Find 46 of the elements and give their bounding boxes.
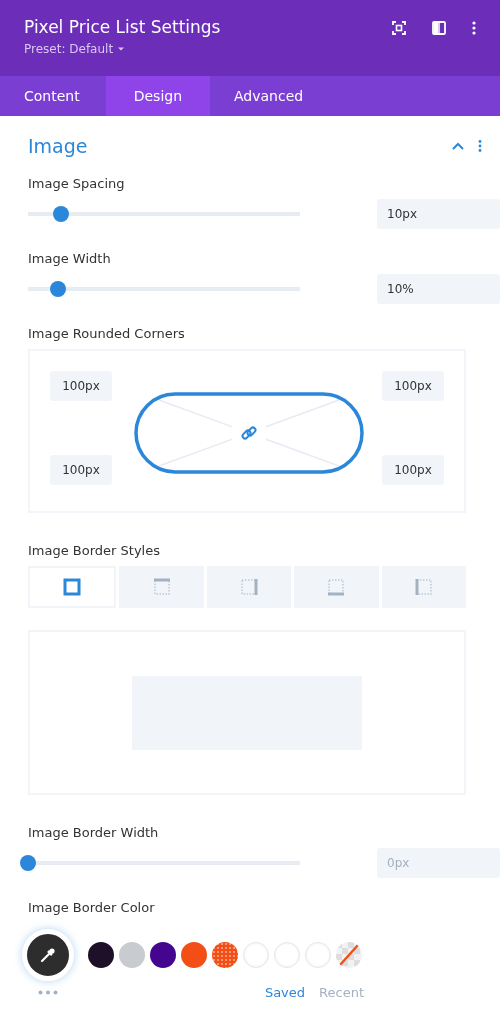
collapse-icon[interactable]: [452, 142, 464, 150]
preset-dropdown[interactable]: Preset: Default: [24, 42, 126, 56]
link-icon[interactable]: [239, 423, 259, 443]
color-swatch[interactable]: [119, 942, 145, 968]
color-swatch[interactable]: [150, 942, 176, 968]
palette-tab[interactable]: Saved: [264, 985, 306, 1000]
value-field[interactable]: 10%: [377, 274, 500, 304]
corner-field[interactable]: 100px: [50, 371, 112, 401]
corner-field[interactable]: 100px: [382, 455, 444, 485]
field-label: Image Border Styles: [28, 543, 161, 558]
empty-swatch[interactable]: [305, 942, 331, 968]
tab[interactable]: Advanced: [210, 76, 328, 116]
top-side-icon: [152, 578, 171, 596]
corner-field[interactable]: 100px: [50, 455, 112, 485]
border-style-tab[interactable]: [28, 566, 117, 608]
sidebar-icon[interactable]: [432, 21, 446, 35]
field-label: Image Width: [28, 251, 112, 266]
color-swatch[interactable]: [181, 942, 207, 968]
more-icon[interactable]: [478, 140, 482, 152]
empty-swatch[interactable]: [274, 942, 300, 968]
eyedropper-icon: [39, 946, 57, 964]
left-side-icon: [414, 578, 433, 596]
right-side-icon: [240, 578, 258, 596]
slider-thumb[interactable]: [52, 206, 69, 222]
panel-title: Pixel Price List Settings: [24, 17, 221, 37]
value-field[interactable]: 10px: [377, 199, 500, 229]
focus-icon[interactable]: [392, 21, 406, 35]
tab[interactable]: Content: [0, 76, 106, 116]
slider-thumb[interactable]: [49, 281, 66, 297]
corner-field[interactable]: 100px: [382, 371, 444, 401]
tab[interactable]: Design: [105, 76, 211, 116]
field-label: Image Border Color: [28, 900, 156, 915]
empty-swatch[interactable]: [243, 942, 269, 968]
slider-thumb[interactable]: [20, 855, 36, 871]
caret-icon: [117, 46, 126, 52]
color-swatch[interactable]: [212, 942, 238, 968]
field-label: Image Rounded Corners: [28, 326, 186, 341]
bottom-side-icon: [327, 578, 346, 596]
value-field[interactable]: 0px: [377, 848, 500, 878]
field-label: Image Spacing: [28, 176, 126, 191]
all-sides-icon: [63, 578, 82, 596]
color-swatch[interactable]: [88, 942, 114, 968]
no-color-icon[interactable]: [336, 942, 362, 968]
section-title: Image: [28, 135, 88, 157]
more-icon[interactable]: [472, 21, 476, 35]
field-label: Image Border Width: [28, 825, 160, 840]
